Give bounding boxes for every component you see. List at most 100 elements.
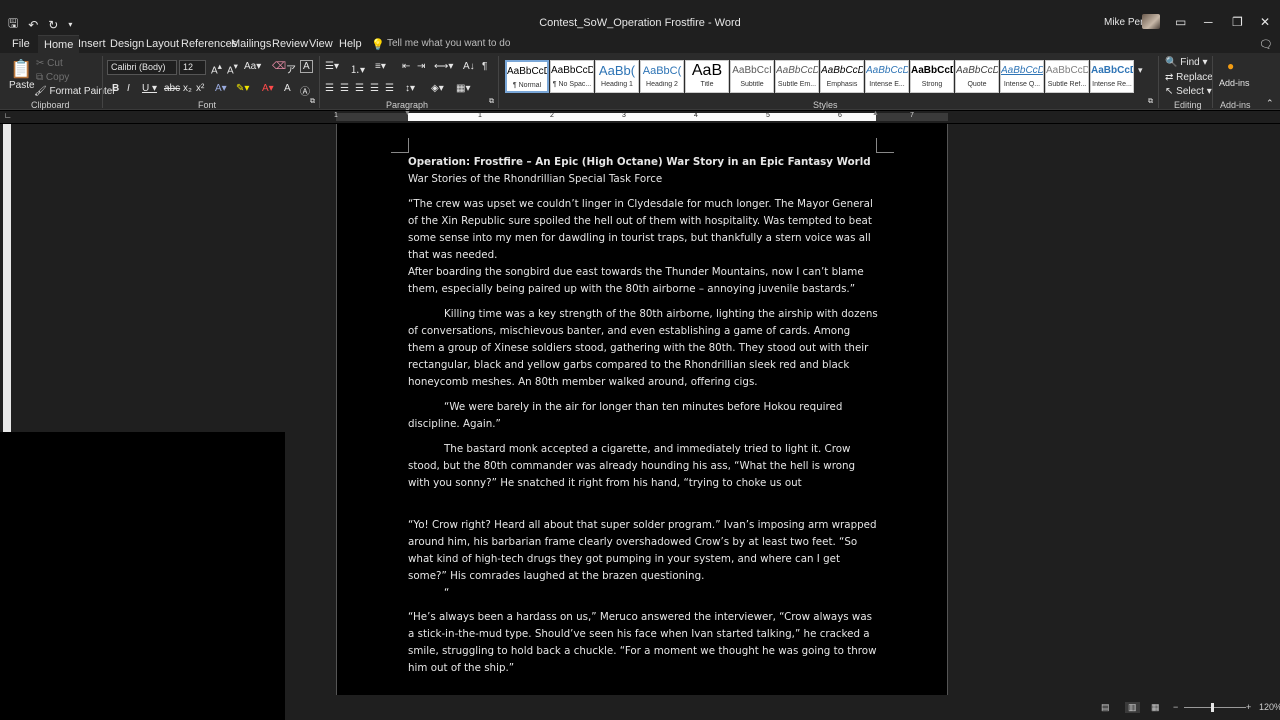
- style-emphasis[interactable]: AaBbCcD Emphasis: [820, 60, 864, 93]
- zoom-slider-handle[interactable]: [1211, 703, 1214, 712]
- collapse-ribbon-icon[interactable]: ⌃: [1266, 98, 1274, 109]
- styles-dialog-launcher-icon[interactable]: ⧉: [1148, 98, 1153, 106]
- paragraph-dialog-launcher-icon[interactable]: ⧉: [489, 98, 494, 106]
- change-case-icon[interactable]: Aa▾: [244, 61, 261, 72]
- style-no-spacing[interactable]: AaBbCcD ¶ No Spac...: [550, 60, 594, 93]
- close-button[interactable]: ✕: [1260, 15, 1270, 29]
- sort-icon[interactable]: A↓: [463, 61, 475, 72]
- font-dialog-launcher-icon[interactable]: ⧉: [310, 98, 315, 106]
- italic-icon[interactable]: I: [127, 83, 130, 94]
- enclose-characters-icon[interactable]: Ⓐ: [300, 83, 310, 98]
- increase-indent-icon[interactable]: ⇥: [417, 61, 425, 72]
- style-subtle-reference[interactable]: AaBbCcD Subtle Ref...: [1045, 60, 1089, 93]
- align-center-icon[interactable]: ☰: [340, 83, 349, 94]
- tab-file[interactable]: File: [12, 38, 30, 50]
- paste-button[interactable]: Paste: [9, 80, 35, 91]
- style-normal[interactable]: AaBbCcD ¶ Normal: [505, 60, 549, 93]
- add-ins-button[interactable]: Add-ins: [1219, 78, 1250, 88]
- right-indent-marker[interactable]: ▲: [872, 110, 879, 117]
- replace-button[interactable]: ⇄ Replace: [1165, 72, 1213, 83]
- paragraph: “He’s always been a hardass on us,” Meru…: [408, 611, 877, 674]
- style-intense-reference[interactable]: AaBbCcD Intense Re...: [1090, 60, 1134, 93]
- format-painter-button[interactable]: 🖌 Format Painter: [34, 86, 116, 97]
- minimize-button[interactable]: ─: [1204, 15, 1213, 29]
- text-effects-icon[interactable]: A▾: [215, 83, 227, 94]
- zoom-in-icon[interactable]: +: [1246, 702, 1251, 712]
- ribbon-display-icon[interactable]: ▭: [1175, 15, 1186, 29]
- tab-view[interactable]: View: [309, 38, 333, 50]
- clear-formatting-icon[interactable]: ⌫: [272, 61, 286, 72]
- style-subtitle[interactable]: AaBbCcI Subtitle: [730, 60, 774, 93]
- styles-more-icon[interactable]: ▾: [1138, 65, 1143, 76]
- clipboard-label: Clipboard: [31, 100, 70, 110]
- print-layout-icon[interactable]: ▥: [1125, 702, 1140, 713]
- tab-mailings[interactable]: Mailings: [231, 38, 271, 50]
- paste-icon[interactable]: 📋: [10, 59, 32, 80]
- tab-home[interactable]: Home: [38, 35, 80, 53]
- shading-icon[interactable]: ◈▾: [431, 83, 444, 94]
- character-shading-icon[interactable]: A: [284, 83, 291, 94]
- ruler-track[interactable]: 1 1 2 3 4 5 6 7 ▼ ▲: [334, 110, 948, 121]
- vertical-ruler[interactable]: [3, 124, 11, 432]
- character-border-icon[interactable]: A: [300, 60, 313, 73]
- multilevel-list-icon[interactable]: ≡▾: [375, 61, 386, 72]
- underline-icon[interactable]: U ▾: [142, 83, 157, 94]
- select-button[interactable]: ↖ Select ▾: [1165, 86, 1212, 97]
- tab-insert[interactable]: Insert: [78, 38, 106, 50]
- document-body[interactable]: Operation: Frostfire – An Epic (High Oct…: [408, 154, 878, 677]
- add-ins-icon[interactable]: ●: [1227, 59, 1234, 73]
- zoom-slider[interactable]: [1184, 707, 1246, 708]
- tell-me-search[interactable]: Tell me what you want to do: [387, 38, 510, 49]
- highlight-icon[interactable]: ✎▾: [236, 83, 249, 94]
- copy-button[interactable]: ⧉ Copy: [36, 72, 69, 83]
- style-heading-1[interactable]: AaBb(Heading 1: [595, 60, 639, 93]
- divider: [1212, 56, 1213, 108]
- tab-layout[interactable]: Layout: [146, 38, 179, 50]
- cut-button[interactable]: ✂ Cut: [36, 58, 63, 69]
- comments-icon[interactable]: 🗨: [1259, 38, 1273, 51]
- first-line-indent-marker[interactable]: ▼: [404, 110, 411, 117]
- read-mode-icon[interactable]: ▤: [1101, 702, 1110, 713]
- style-title[interactable]: AaB Title: [685, 60, 729, 93]
- font-name-select[interactable]: Calibri (Body): [107, 60, 177, 75]
- restore-button[interactable]: ❐: [1232, 15, 1243, 29]
- grow-font-icon[interactable]: A▴: [211, 61, 222, 76]
- show-marks-icon[interactable]: ¶: [482, 61, 487, 72]
- bold-icon[interactable]: B: [112, 83, 119, 94]
- style-intense-emphasis[interactable]: AaBbCcD Intense E...: [865, 60, 909, 93]
- avatar[interactable]: [1142, 14, 1160, 29]
- bullets-icon[interactable]: ☰▾: [325, 61, 339, 72]
- replace-icon: ⇄: [1165, 72, 1174, 83]
- tab-review[interactable]: Review: [272, 38, 308, 50]
- style-intense-quote[interactable]: AaBbCcD Intense Q...: [1000, 60, 1044, 93]
- decrease-indent-icon[interactable]: ⇤: [402, 61, 410, 72]
- zoom-out-icon[interactable]: −: [1173, 702, 1178, 712]
- tab-design[interactable]: Design: [110, 38, 144, 50]
- tab-selector-icon[interactable]: ∟: [4, 111, 12, 120]
- tab-references[interactable]: References: [181, 38, 237, 50]
- style-quote[interactable]: AaBbCcD Quote: [955, 60, 999, 93]
- align-right-icon[interactable]: ☰: [355, 83, 364, 94]
- shrink-font-icon[interactable]: A▾: [227, 61, 238, 76]
- find-button[interactable]: 🔍 Find ▾: [1165, 57, 1208, 68]
- font-color-icon[interactable]: A▾: [262, 83, 274, 94]
- style-strong[interactable]: AaBbCcD Strong: [910, 60, 954, 93]
- web-layout-icon[interactable]: ▦: [1151, 702, 1160, 713]
- asian-layout-icon[interactable]: ⟷▾: [434, 61, 453, 72]
- zoom-level[interactable]: 120%: [1259, 702, 1280, 712]
- subscript-icon[interactable]: x₂: [183, 83, 192, 94]
- font-size-select[interactable]: 12: [179, 60, 206, 75]
- style-subtle-emphasis[interactable]: AaBbCcD Subtle Em...: [775, 60, 819, 93]
- phonetic-guide-icon[interactable]: ア: [286, 61, 296, 76]
- borders-icon[interactable]: ▦▾: [456, 83, 470, 94]
- strikethrough-icon[interactable]: abc: [164, 83, 180, 94]
- line-spacing-icon[interactable]: ↕▾: [405, 83, 415, 94]
- tab-help[interactable]: Help: [339, 38, 362, 50]
- distributed-icon[interactable]: ☰: [385, 83, 394, 94]
- align-left-icon[interactable]: ☰: [325, 83, 334, 94]
- style-heading-2[interactable]: AaBbC(Heading 2: [640, 60, 684, 93]
- justify-icon[interactable]: ☰: [370, 83, 379, 94]
- paragraph-label: Paragraph: [386, 100, 429, 110]
- superscript-icon[interactable]: x²: [196, 83, 204, 94]
- numbering-icon[interactable]: ⒈▾: [350, 61, 365, 76]
